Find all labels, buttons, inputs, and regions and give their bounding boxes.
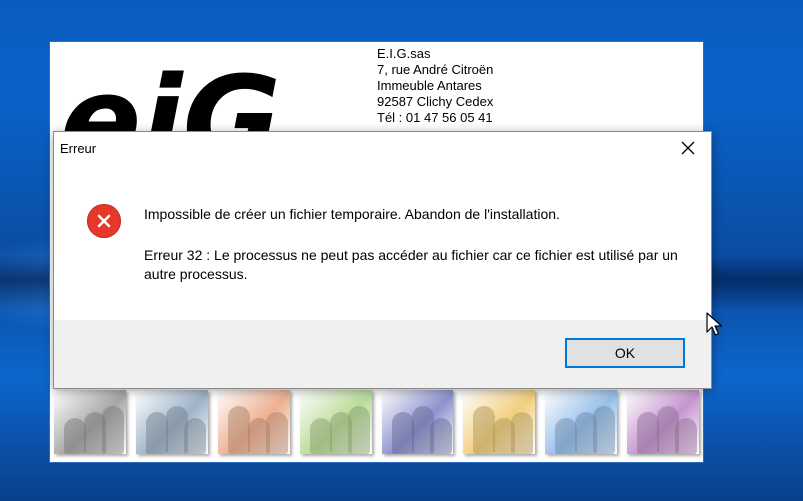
address-line: Immeuble Antares	[377, 78, 482, 93]
photo-tile	[545, 390, 618, 454]
address-line: E.I.G.sas	[377, 46, 431, 61]
address-line: Tél : 01 47 56 05 41	[377, 110, 493, 125]
error-dialog: Erreur Impossible de créer un fichier te…	[53, 131, 712, 389]
photo-tile	[217, 390, 290, 454]
silhouette	[429, 418, 452, 454]
silhouette	[227, 406, 250, 454]
error-detail: Erreur 32 : Le processus ne peut pas acc…	[144, 247, 678, 282]
photo-tile	[299, 390, 372, 454]
silhouette	[473, 406, 496, 454]
photo-tile	[135, 390, 208, 454]
silhouette	[391, 412, 414, 454]
silhouette	[555, 418, 578, 454]
silhouette	[511, 412, 534, 454]
mouse-cursor-icon	[706, 312, 723, 336]
company-address: E.I.G.sas 7, rue André Citroën Immeuble …	[377, 46, 493, 126]
close-button[interactable]	[665, 132, 711, 164]
silhouette	[309, 418, 332, 454]
close-icon	[681, 141, 695, 155]
address-line: 92587 Clichy Cedex	[377, 94, 494, 109]
silhouette	[593, 406, 616, 454]
photo-tile-strip	[54, 390, 699, 458]
silhouette	[265, 412, 288, 454]
silhouette	[637, 412, 660, 454]
silhouette	[145, 412, 168, 454]
error-icon	[87, 204, 121, 238]
ok-button[interactable]: OK	[565, 338, 685, 368]
silhouette	[347, 406, 370, 454]
dialog-title: Erreur	[60, 141, 97, 156]
dialog-footer: OK	[54, 320, 711, 388]
silhouette	[64, 418, 86, 454]
photo-tile	[381, 390, 454, 454]
silhouette	[102, 406, 124, 454]
photo-tile	[54, 390, 126, 454]
photo-tile	[463, 390, 536, 454]
address-line: 7, rue André Citroën	[377, 62, 494, 77]
photo-tile	[627, 390, 699, 454]
silhouette	[183, 418, 206, 454]
error-message: Impossible de créer un fichier temporair…	[144, 206, 560, 222]
silhouette	[675, 418, 698, 454]
